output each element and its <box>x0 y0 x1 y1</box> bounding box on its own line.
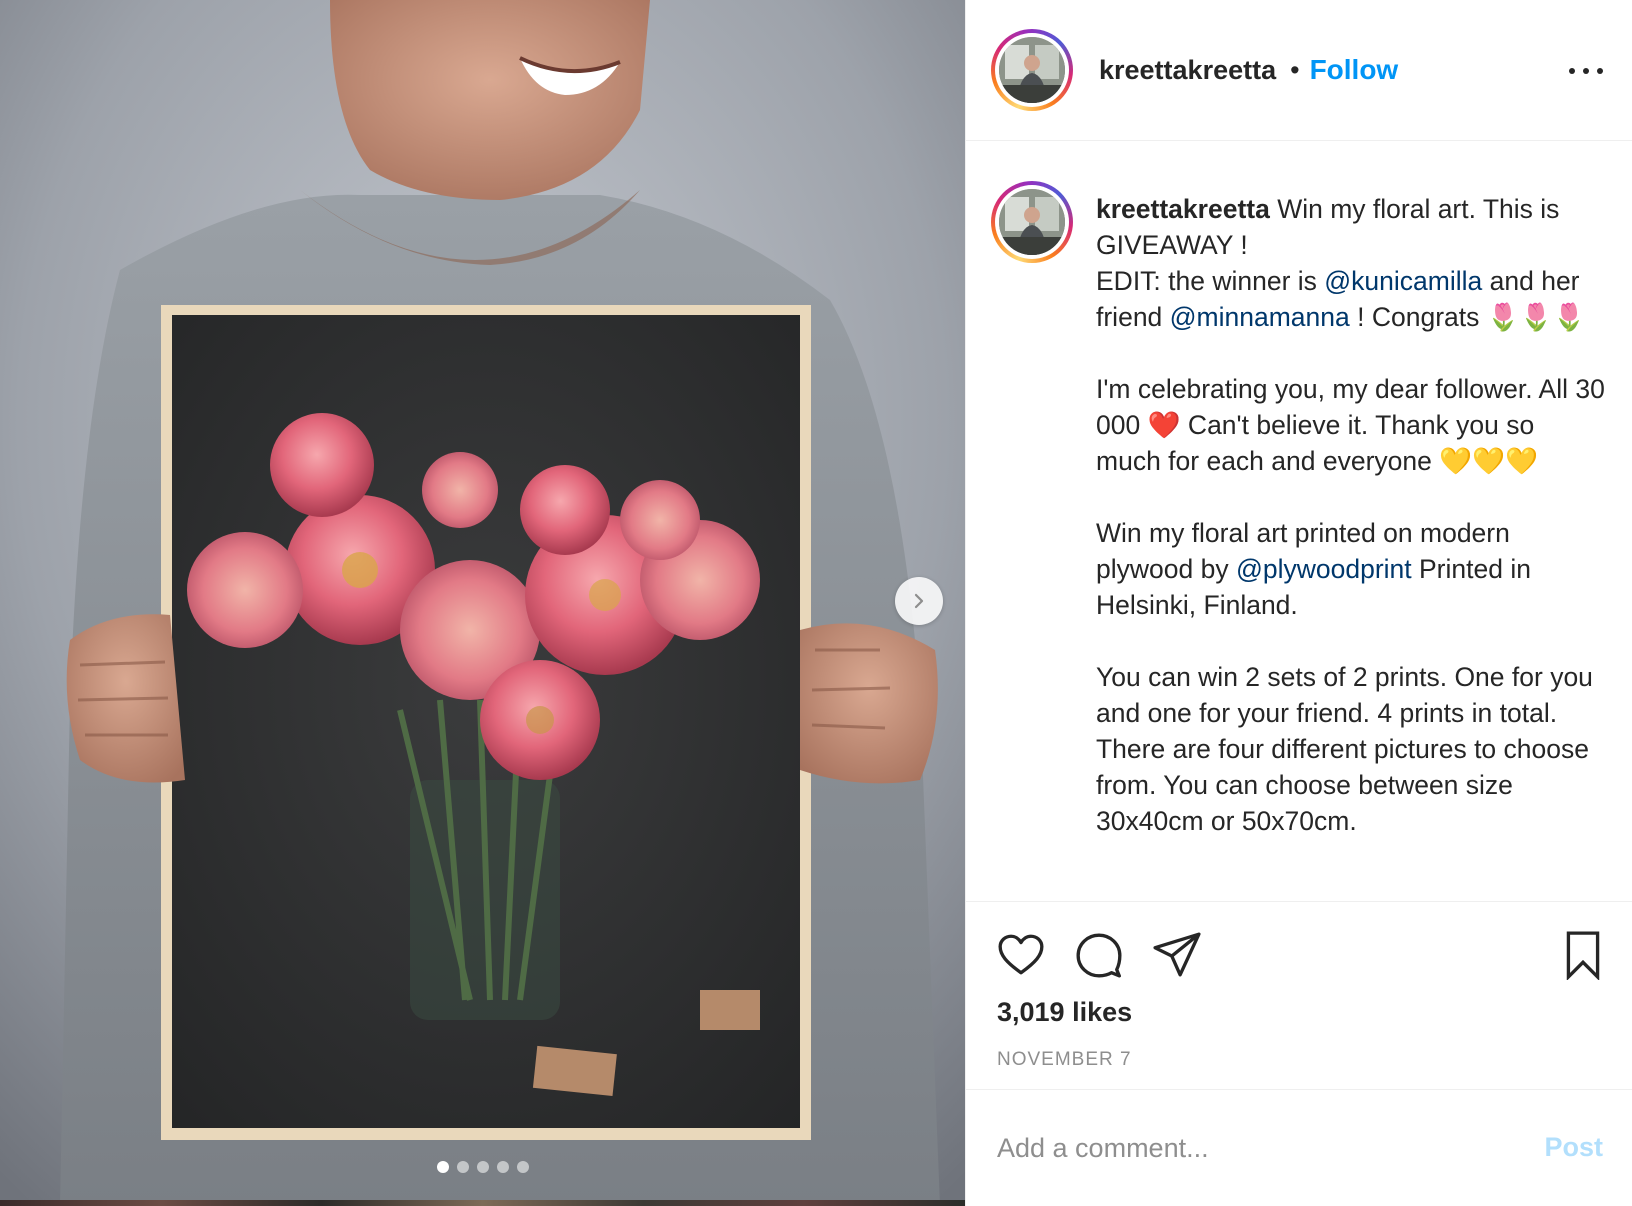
carousel-dot <box>456 1161 469 1173</box>
post-header: kreettakreetta • Follow <box>966 0 1632 141</box>
caption-edit-text: ! Congrats 🌷🌷🌷 <box>1349 302 1586 332</box>
post-comment-button[interactable]: Post <box>1544 1132 1603 1163</box>
avatar-image <box>999 37 1065 103</box>
caption-avatar <box>999 189 1065 255</box>
mention-link[interactable]: @kunicamilla <box>1324 266 1482 296</box>
avatar <box>999 37 1065 103</box>
post-photo <box>0 0 965 1206</box>
chevron-right-icon <box>914 593 924 609</box>
caption-username[interactable]: kreettakreetta <box>1096 194 1270 224</box>
action-bar: 3,019 likes NOVEMBER 7 <box>966 901 1632 1070</box>
carousel-dot-active <box>436 1161 449 1173</box>
caption-edit-text: EDIT: the winner is <box>1096 266 1325 296</box>
bookmark-icon <box>1566 931 1600 981</box>
caption-paragraph: You can win 2 sets of 2 prints. One for … <box>1096 662 1593 836</box>
more-options-button[interactable] <box>1569 56 1603 86</box>
send-icon <box>1153 932 1201 977</box>
caption-story-ring[interactable] <box>991 181 1073 263</box>
post-media[interactable] <box>0 0 965 1206</box>
mention-link[interactable]: @plywoodprint <box>1236 554 1412 584</box>
share-button[interactable] <box>1152 930 1202 980</box>
caption-paragraph: I'm celebrating you, my dear follower. A… <box>1096 374 1605 476</box>
caption-text: kreettakreetta Win my floral art. This i… <box>1096 191 1606 839</box>
carousel-dot <box>476 1161 489 1173</box>
post-date[interactable]: NOVEMBER 7 <box>997 1049 1132 1071</box>
post-side-panel: kreettakreetta • Follow kreettakreetta W… <box>965 0 1632 1206</box>
post-modal: kreettakreetta • Follow kreettakreetta W… <box>0 0 1632 1206</box>
carousel-indicator <box>0 1161 965 1173</box>
more-horizontal-icon <box>1569 68 1575 74</box>
follow-button[interactable]: Follow <box>1310 54 1399 86</box>
mention-link[interactable]: @minnamanna <box>1170 302 1350 332</box>
comments-scroll-area[interactable]: kreettakreetta Win my floral art. This i… <box>966 141 1632 901</box>
save-button[interactable] <box>1558 930 1608 981</box>
heart-icon <box>998 934 1044 975</box>
post-author-username[interactable]: kreettakreetta <box>1099 55 1276 86</box>
carousel-next-button[interactable] <box>895 577 943 625</box>
separator-dot: • <box>1290 54 1300 85</box>
likes-count[interactable]: 3,019 likes <box>997 997 1132 1028</box>
comment-form: Post <box>966 1089 1632 1206</box>
carousel-dot <box>516 1161 529 1173</box>
feed-thumbnail-strip <box>0 1200 965 1206</box>
comment-button[interactable] <box>1074 930 1124 980</box>
avatar-image <box>999 189 1065 255</box>
carousel-dot <box>496 1161 509 1173</box>
comment-icon <box>1076 933 1122 978</box>
like-button[interactable] <box>996 930 1046 980</box>
comment-input[interactable] <box>997 1128 1497 1168</box>
story-ring[interactable] <box>991 29 1073 111</box>
